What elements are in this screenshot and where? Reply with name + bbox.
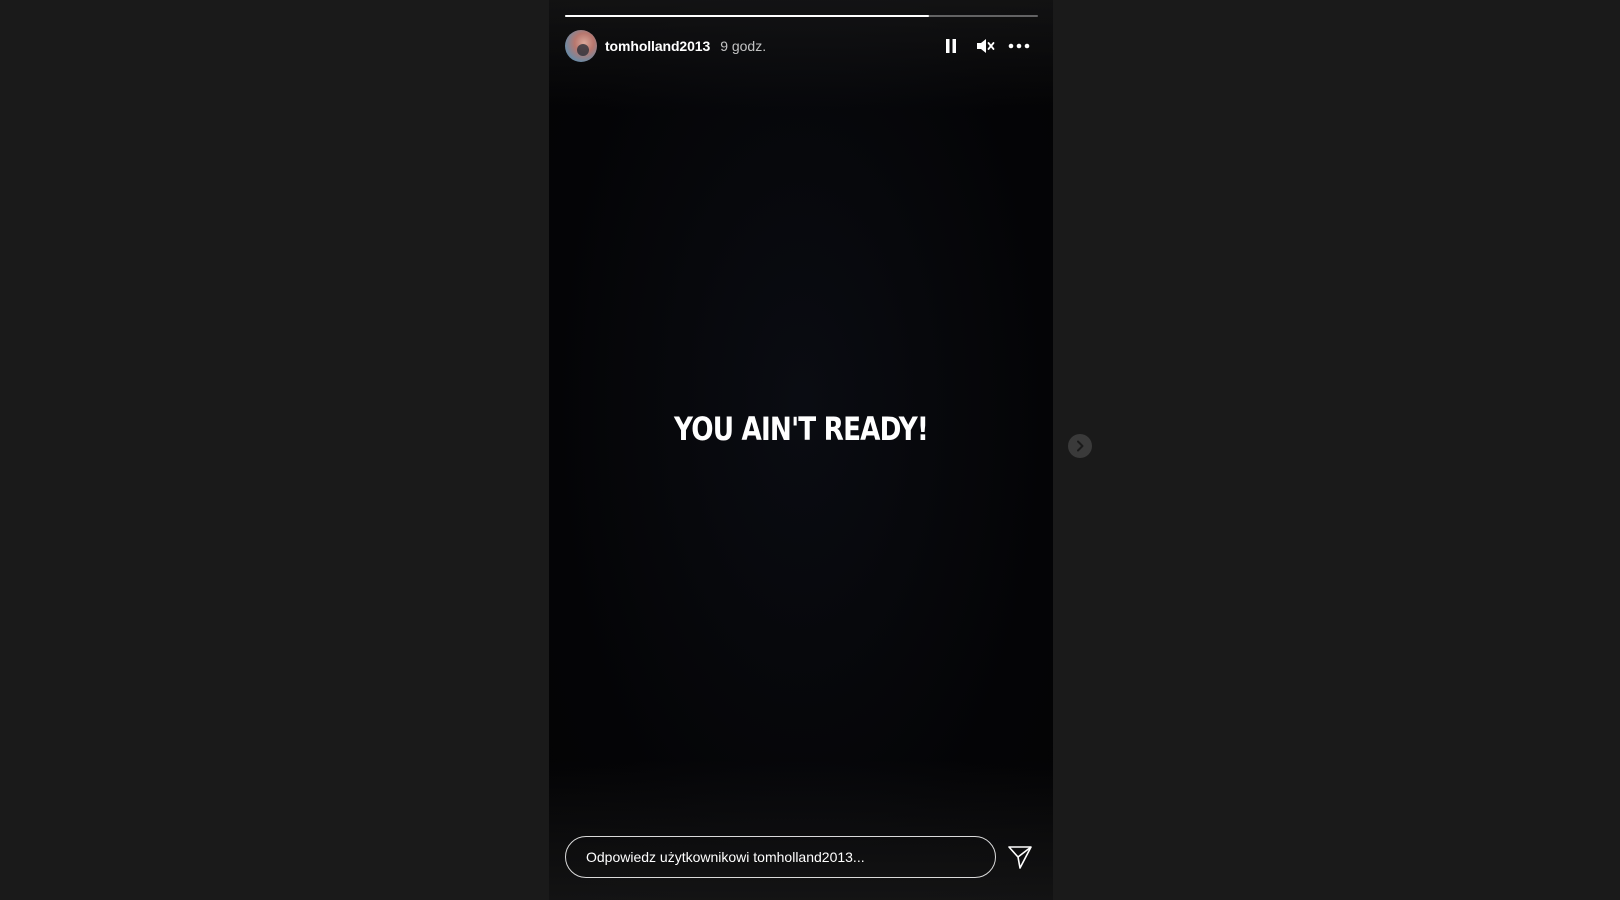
chevron-right-icon — [1077, 440, 1084, 452]
story-controls — [940, 35, 1038, 57]
story-progress-fill — [565, 15, 930, 17]
story-header: tomholland2013 9 godz. — [565, 30, 1038, 62]
send-button[interactable] — [1006, 843, 1034, 871]
story-viewer: tomholland2013 9 godz. YOU AIN'T READY! … — [0, 0, 1620, 900]
story-caption: YOU AIN'T READY! — [673, 410, 929, 448]
volume-muted-icon — [977, 39, 995, 53]
mute-button[interactable] — [974, 35, 996, 57]
story-frame[interactable]: tomholland2013 9 godz. YOU AIN'T READY! … — [549, 0, 1053, 900]
story-progress-bar — [565, 15, 1038, 17]
bottom-gradient — [549, 760, 1053, 900]
pause-button[interactable] — [940, 35, 962, 57]
more-options-icon — [1008, 43, 1030, 49]
more-options-button[interactable] — [1008, 35, 1030, 57]
pause-icon — [946, 39, 956, 53]
avatar[interactable] — [565, 30, 597, 62]
paper-plane-icon — [1008, 846, 1032, 869]
reply-input[interactable] — [565, 836, 996, 878]
reply-bar — [565, 835, 1038, 879]
post-time: 9 godz. — [720, 38, 767, 54]
next-story-button[interactable] — [1068, 434, 1092, 458]
username[interactable]: tomholland2013 — [605, 38, 710, 54]
